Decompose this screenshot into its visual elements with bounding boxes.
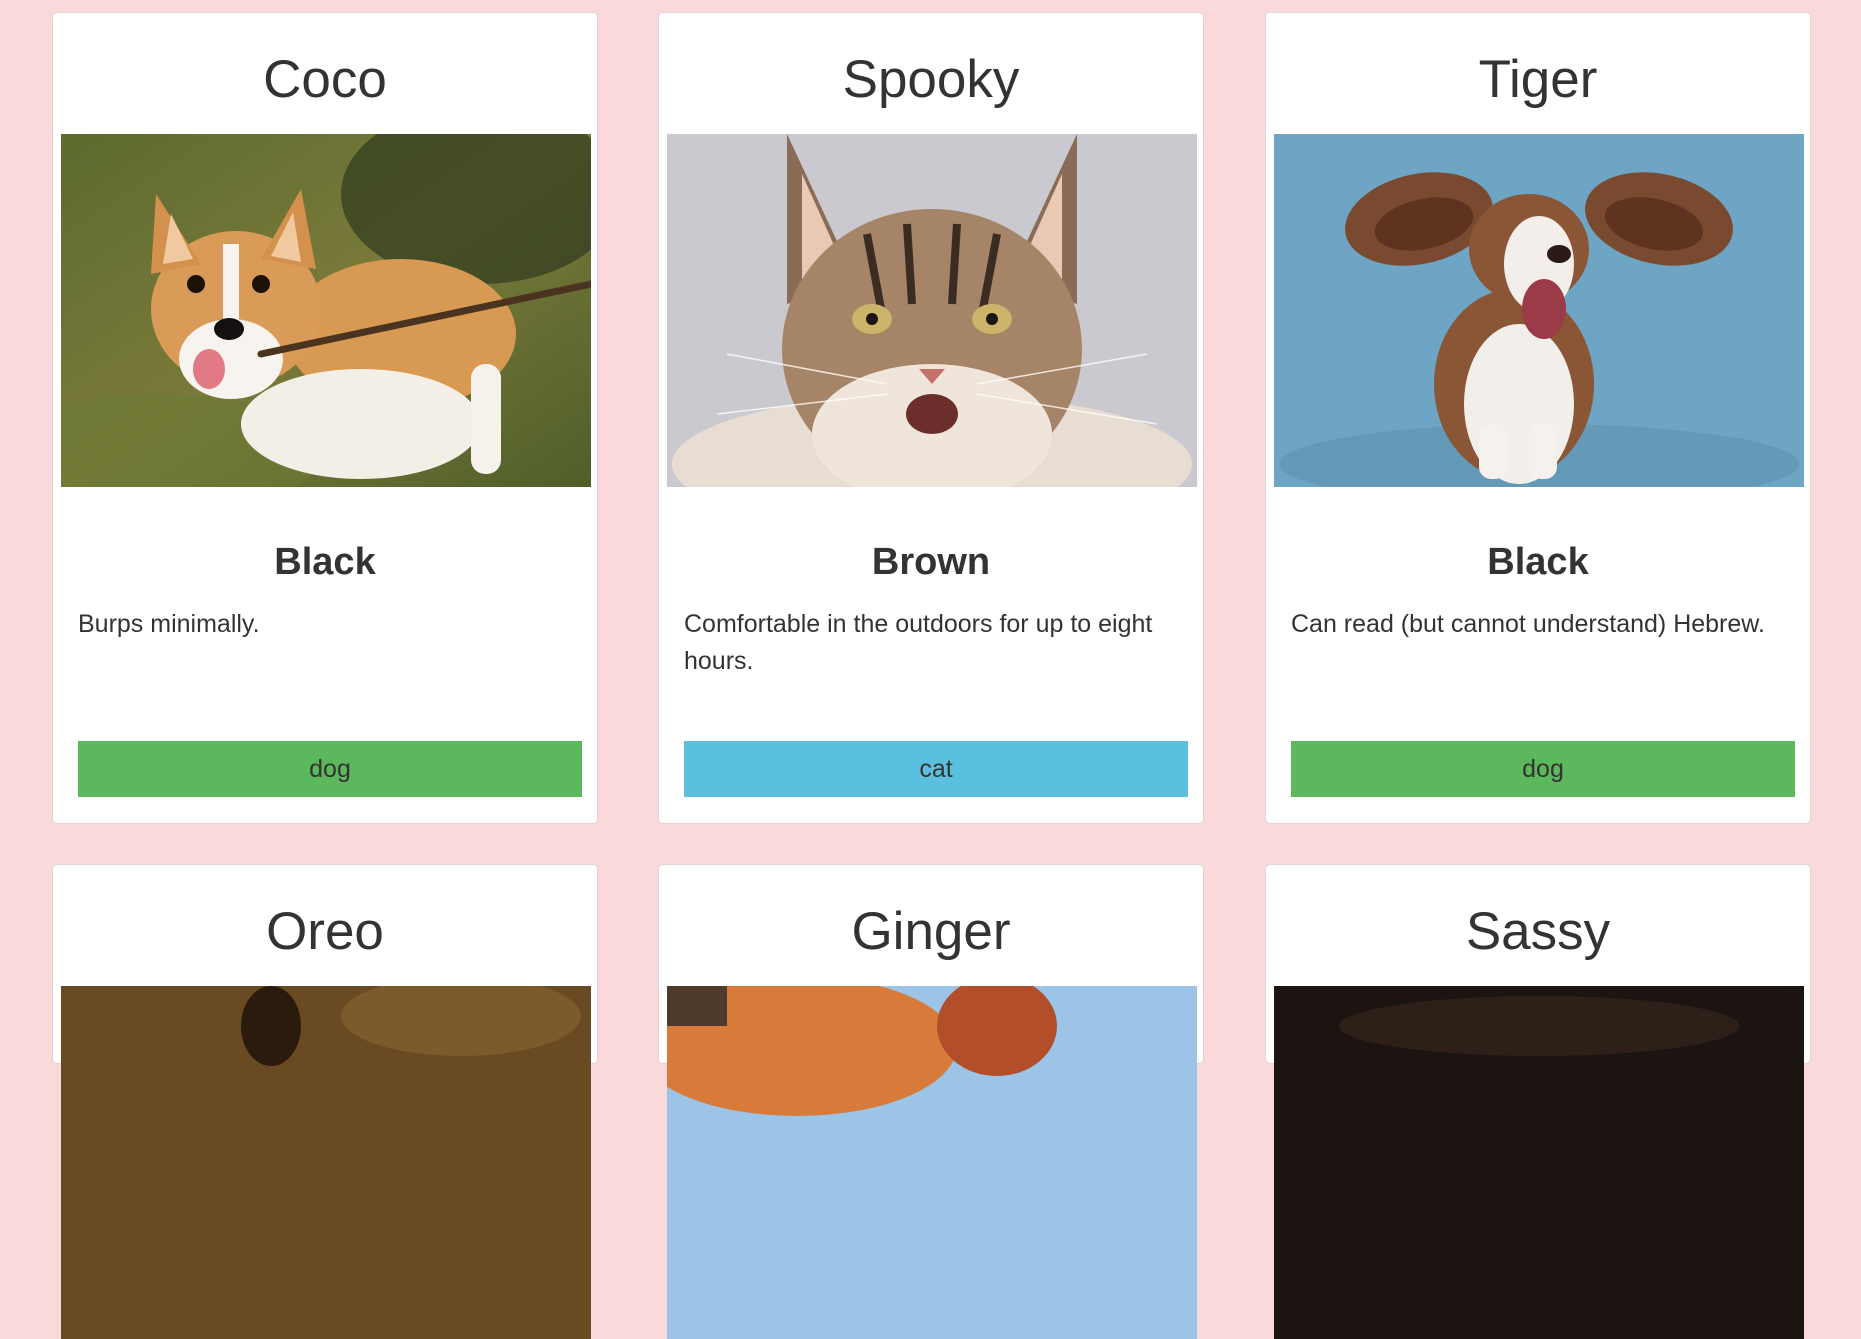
pet-card-spooky: Spooky Brown Comfortable in the outdoors… (658, 12, 1204, 824)
pet-name: Oreo (266, 902, 384, 961)
pet-card-tiger: Tiger Black Can read (but cannot underst… (1265, 12, 1811, 824)
pet-name: Spooky (842, 50, 1020, 109)
pet-card-grid: Coco Black Burps minimally. dog Spooky B… (0, 0, 1861, 1339)
pet-card-ginger: Ginger (658, 864, 1204, 1339)
pet-color: Black (274, 541, 376, 583)
pet-name: Tiger (1478, 50, 1598, 109)
pet-description: Burps minimally. (78, 610, 260, 638)
pet-card-sassy: Sassy (1265, 864, 1811, 1339)
basset-hound-photo (1274, 134, 1804, 487)
pet-type-tag-button[interactable]: cat (684, 741, 1188, 797)
ginger-photo (667, 986, 1197, 1339)
pet-name: Ginger (851, 902, 1011, 961)
pet-color: Brown (871, 541, 991, 583)
pet-name: Sassy (1465, 902, 1611, 961)
pet-card-coco: Coco Black Burps minimally. dog (52, 12, 598, 824)
maine-coon-photo (667, 134, 1197, 487)
pet-type-tag-button[interactable]: dog (1291, 741, 1795, 797)
pet-description: Can read (but cannot understand) Hebrew. (1291, 610, 1765, 638)
corgi-photo (61, 134, 591, 487)
pet-name: Coco (263, 50, 387, 109)
sassy-photo (1274, 986, 1804, 1339)
oreo-photo (61, 986, 591, 1339)
pet-type-tag-button[interactable]: dog (78, 741, 582, 797)
pet-card-oreo: Oreo (52, 864, 598, 1339)
pet-color: Black (1487, 541, 1589, 583)
pet-description: Comfortable in the outdoors for up to ei… (684, 610, 1153, 675)
